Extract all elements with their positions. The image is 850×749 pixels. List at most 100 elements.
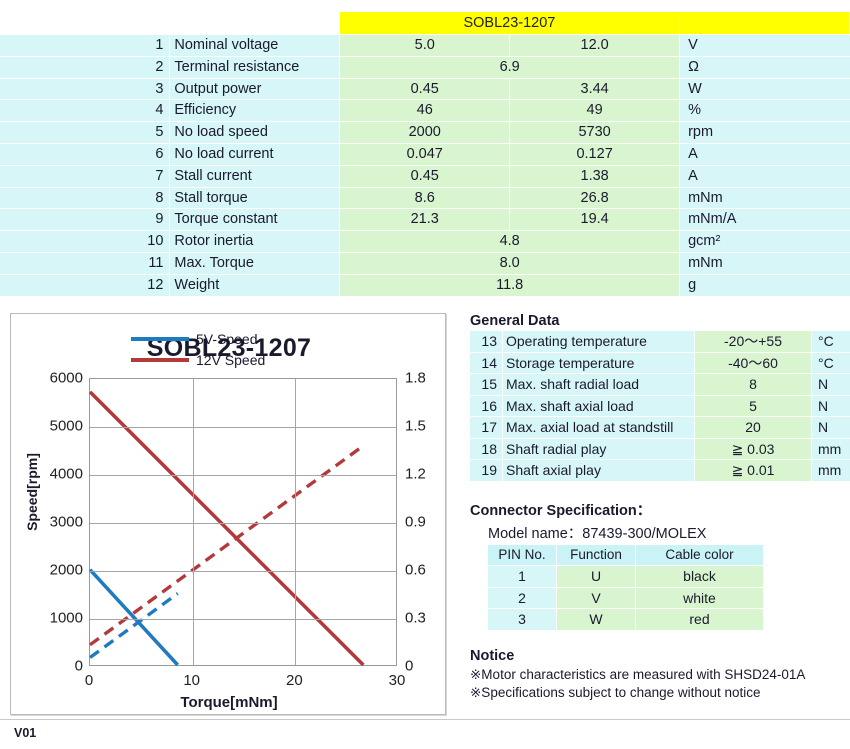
general-data-row: 17 Max. axial load at standstill 20 N (470, 416, 850, 439)
spec-row: 3 Output power 0.45 3.44 W (0, 78, 850, 101)
legend-label-5v-speed: 5V-Speed (196, 330, 258, 347)
spec-row-number: 12 (0, 274, 171, 297)
general-row-number: 14 (470, 352, 503, 374)
general-row-name: Max. axial load at standstill (502, 416, 695, 439)
chart-gridline-horizontal (90, 523, 396, 524)
spec-row-value-5v: 21.3 (339, 208, 511, 232)
spec-row-value-5v: 0.45 (339, 78, 511, 101)
right-column: General Data 13 Operating temperature -20～… (470, 313, 850, 702)
chart-gridline-horizontal (90, 475, 396, 476)
general-row-unit: N (811, 373, 850, 396)
chart-x-axis-label: Torque[mNm] (180, 694, 278, 711)
pin-col-header-pin: PIN No. (488, 544, 557, 566)
chart-y-tick-left: 5000 (49, 417, 83, 435)
general-row-unit: °C (811, 331, 850, 353)
spec-row-value-5v: 8.6 (339, 187, 511, 210)
spec-row: 8 Stall torque 8.6 26.8 mNm (0, 187, 850, 210)
pin-function: V (556, 587, 636, 609)
general-data-row: 16 Max. shaft axial load 5 N (470, 395, 850, 417)
spec-row-number: 7 (0, 165, 171, 188)
chart-y-tick-right: 0.6 (405, 561, 426, 579)
spec-header-unit-cell (679, 12, 850, 35)
spec-row-unit: W (679, 78, 850, 101)
pin-cable-color: black (635, 565, 763, 588)
spec-row: 4 Efficiency 46 49% (0, 99, 850, 123)
chart-y-tick-left: 2000 (49, 561, 83, 579)
chart-y-tick-left: 1000 (49, 609, 83, 627)
general-data-body: 13 Operating temperature -20～+55 °C 14 Storag… (470, 331, 850, 482)
spec-row-name: Nominal voltage (169, 34, 341, 57)
spec-header-spacer-name (169, 12, 340, 35)
spec-row-value-12v: 3.44 (509, 78, 681, 101)
spec-row: 1 Nominal voltage 5.0 12.0 V (0, 34, 850, 57)
legend-swatch-5v-speed (131, 336, 189, 341)
spec-row-value-merged: 4.8 (339, 230, 681, 253)
spec-row-name: Weight (169, 274, 341, 297)
chart-plot-area (88, 378, 397, 667)
legend-entry-12v: 12V Speed (131, 349, 265, 370)
spec-row-unit: rpm (679, 121, 850, 144)
pin-table-row: 1 Ublack (488, 565, 763, 588)
spec-row-name: Max. Torque (169, 252, 341, 275)
spec-row-unit: mNm/A (679, 208, 850, 232)
chart-gridline-horizontal (90, 427, 396, 428)
general-row-name: Shaft axial play (502, 459, 695, 482)
spec-row: 10 Rotor inertia 4.8 gcm² (0, 230, 850, 253)
general-data-table: 13 Operating temperature -20～+55 °C 14 Storag… (470, 331, 850, 482)
spec-table-body: 1 Nominal voltage 5.0 12.0 V 2 Terminal resist… (0, 34, 850, 297)
general-row-value: ≧ 0.01 (694, 459, 812, 482)
pin-assignment-table: PIN No. Function Cable color 1 Ublack 2 Vwhite… (488, 544, 763, 631)
spec-row-number: 10 (0, 230, 171, 253)
general-row-number: 17 (470, 416, 503, 439)
general-row-value: -40～60 (694, 352, 812, 374)
pin-table-row: 3 Wred (488, 608, 763, 631)
spec-row-unit: A (679, 143, 850, 166)
general-row-value: 20 (694, 416, 812, 439)
general-row-number: 19 (470, 459, 503, 482)
notice-section: Notice ※Motor characteristics are measur… (470, 648, 845, 702)
pin-col-header-function: Function (556, 544, 636, 566)
spec-row-name: Torque constant (169, 208, 341, 232)
spec-row-value-12v: 12.0 (509, 34, 681, 57)
spec-row-name: Terminal resistance (169, 56, 341, 79)
chart-series-svg (88, 390, 365, 667)
legend-label-12v-speed: 12V Speed (196, 351, 266, 368)
pin-table-header-row: PIN No. Function Cable color (488, 544, 763, 566)
general-data-row: 13 Operating temperature -20～+55 °C (470, 331, 850, 353)
chart-y-tick-right: 1.8 (405, 369, 426, 387)
notice-heading: Notice (470, 647, 515, 664)
spec-row-name: Rotor inertia (169, 230, 341, 253)
general-row-value: 8 (694, 373, 812, 396)
spec-row-value-merged: 8.0 (339, 252, 681, 275)
spec-row-number: 3 (0, 78, 171, 101)
connector-section: Connector Specification： Model name：8743… (470, 499, 845, 631)
spec-row-unit: V (679, 34, 850, 57)
spec-row-unit: gcm² (679, 230, 850, 253)
pin-function: W (556, 608, 636, 631)
connector-model-name: Model name：87439-300/MOLEX (488, 525, 707, 542)
general-data-row: 18 Shaft radial play ≧ 0.03 mm (470, 438, 850, 460)
spec-row-number: 9 (0, 208, 171, 232)
general-row-number: 15 (470, 373, 503, 396)
general-row-number: 18 (470, 438, 503, 460)
model-header-cell: SOBL23-1207 (339, 12, 681, 35)
spec-row-number: 5 (0, 121, 171, 144)
footer-divider (0, 719, 850, 720)
notice-line: ※Motor characteristics are measured with… (470, 666, 806, 682)
spec-row-number: 8 (0, 187, 171, 210)
chart-x-tick: 30 (388, 672, 406, 689)
general-row-name: Shaft radial play (502, 438, 695, 460)
chart-y-tick-right: 1.5 (405, 417, 426, 435)
spec-row-number: 6 (0, 143, 171, 166)
chart-y-tick-left: 4000 (49, 465, 83, 483)
chart-y-tick-right: 1.2 (405, 465, 426, 483)
spec-row-unit: mNm (679, 187, 850, 210)
spec-table-header-row: SOBL23-1207 (0, 12, 850, 35)
spec-row-number: 2 (0, 56, 171, 79)
notice-line: ※Specifications subject to change withou… (470, 684, 761, 700)
chart-y-tick-left: 3000 (49, 513, 83, 531)
pin-cable-color: white (635, 587, 763, 609)
spec-row-number: 4 (0, 99, 171, 123)
spec-row-name: Output power (169, 78, 341, 101)
spec-row-unit: Ω (679, 56, 850, 79)
